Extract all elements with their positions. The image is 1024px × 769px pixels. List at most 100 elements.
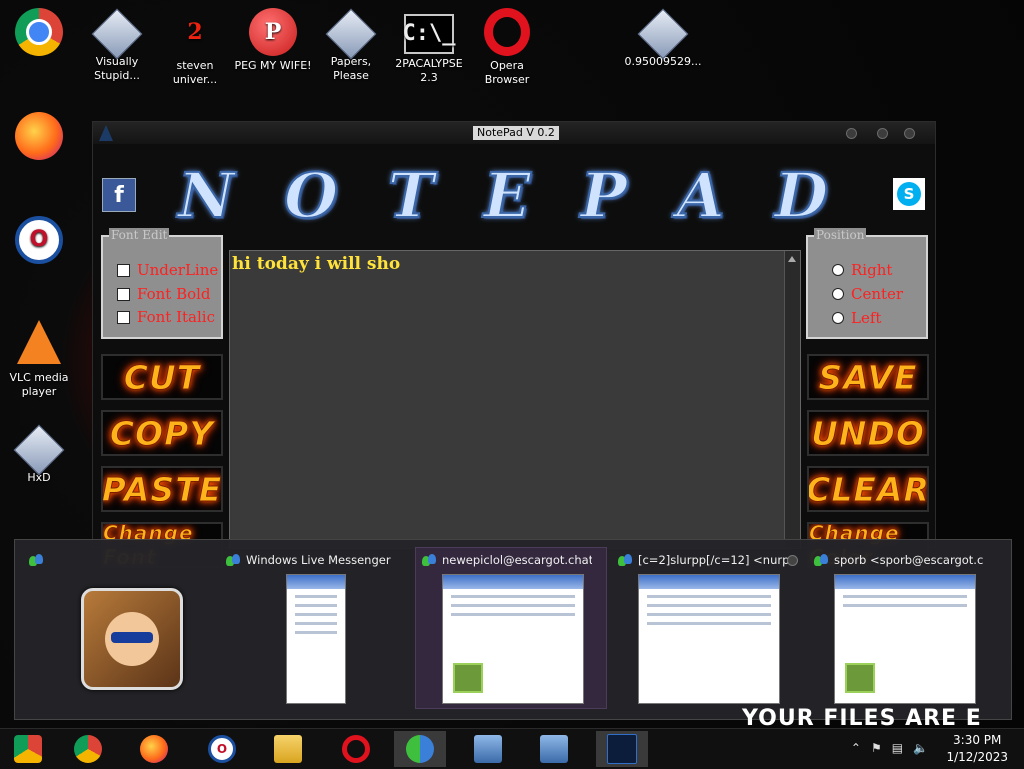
thumbnail-window[interactable]: newepiclol@escargot.chat <box>415 547 607 709</box>
taskbar-item-messenger[interactable] <box>394 731 446 767</box>
preview-line <box>843 595 967 598</box>
maximize-button[interactable] <box>877 128 888 139</box>
preview-bar <box>835 575 975 589</box>
taskbar-item-network-setup[interactable] <box>528 731 580 767</box>
desktop-icon-papers-please[interactable]: Papers, Please <box>312 8 390 83</box>
desktop-icon-number-file[interactable]: 0.95009529... <box>624 8 702 69</box>
desktop-icon-chrome[interactable] <box>0 8 78 59</box>
thumbnail-header: newepiclol@escargot.chat <box>422 553 592 567</box>
font-edit-group: Font Edit UnderLine Font Bold Font Itali… <box>101 228 223 339</box>
thumbnail-window[interactable]: sporb <sporb@escargot.chat> <box>808 548 998 708</box>
undo-button[interactable]: UNDO <box>807 410 929 456</box>
save-button[interactable]: SAVE <box>807 354 929 400</box>
desktop-icon-visually-stupid[interactable]: Visually Stupid... <box>78 8 156 83</box>
taskbar-item-notepad[interactable] <box>596 731 648 767</box>
taskbar-item-obama[interactable]: O <box>196 731 248 767</box>
thumbnail-close-button[interactable] <box>787 555 798 566</box>
checkbox-box[interactable] <box>117 310 130 324</box>
taskbar-thumbnail-strip: Windows Live Messenger newepiclol@escarg… <box>14 539 1012 720</box>
preview-bar <box>443 575 583 589</box>
desktop-icon-label: steven univer... <box>172 59 218 86</box>
taskbar-item-opera[interactable] <box>330 731 382 767</box>
taskbar-item-chrome[interactable] <box>62 731 114 767</box>
notepad-app-icon <box>99 125 113 141</box>
desktop-icon-2pacalypse[interactable]: C:\_ 2PACALYPSE 2.3 <box>390 8 468 85</box>
radio-button[interactable] <box>832 264 844 276</box>
desktop-icon-peg[interactable]: P PEG MY WIFE! <box>234 8 312 73</box>
desktop-icon-vlc[interactable]: VLC media player <box>0 320 78 399</box>
flag-icon[interactable]: ⚑ <box>871 741 882 755</box>
chevron-up-icon[interactable]: ⌃ <box>851 741 861 755</box>
generic-file-icon <box>637 8 689 60</box>
preview-avatar <box>453 663 483 693</box>
checkbox-box[interactable] <box>117 287 130 301</box>
preview-line <box>647 604 771 607</box>
align-center-radio[interactable]: Center <box>832 285 903 303</box>
text-editor[interactable]: hi today i will sho <box>229 250 801 549</box>
radio-button[interactable] <box>832 288 844 300</box>
radio-button[interactable] <box>832 312 844 324</box>
editor-scrollbar[interactable] <box>784 251 800 548</box>
thumbnail-window[interactable]: [c=2]slurpp[/c=12] <nurp... <box>612 548 802 708</box>
notepad-window: NotePad V 0.2 f N O T E P A D S Font Edi… <box>92 121 936 568</box>
taskbar-clock[interactable]: 3:30 PM 1/12/2023 <box>946 732 1008 766</box>
thumbnail-title: newepiclol@escargot.chat <box>442 553 592 567</box>
thumbnail-header: [c=2]slurpp[/c=12] <nurp... <box>618 553 788 567</box>
banner-letter: T <box>387 158 435 233</box>
paste-button[interactable]: PASTE <box>101 466 223 512</box>
bold-checkbox[interactable]: Font Bold <box>117 285 211 303</box>
align-left-radio[interactable]: Left <box>832 309 881 327</box>
generic-file-icon <box>13 424 65 476</box>
generic-file-icon <box>325 8 377 60</box>
network-icon[interactable]: ▤ <box>892 741 903 755</box>
checkbox-label: Font Italic <box>137 308 215 326</box>
thumbnail-preview <box>442 574 584 704</box>
taskbar-item-network-setup[interactable] <box>462 731 514 767</box>
peg-icon: P <box>249 8 297 56</box>
notepad-banner: N O T E P A D <box>153 158 853 233</box>
align-right-radio[interactable]: Right <box>832 261 892 279</box>
cmd-icon: C:\_ <box>403 14 456 54</box>
preview-bar <box>287 575 345 589</box>
speaker-icon[interactable]: 🔈 <box>913 741 928 755</box>
thumbnail-preview <box>834 574 976 704</box>
file-explorer-icon <box>274 735 302 763</box>
underline-checkbox[interactable]: UnderLine <box>117 261 218 279</box>
taskbar-item-file-explorer[interactable] <box>262 731 314 767</box>
minimize-button[interactable] <box>846 128 857 139</box>
obama-logo-icon: O <box>15 216 63 264</box>
close-button[interactable] <box>904 128 915 139</box>
button-label: COPY <box>109 413 215 453</box>
opera-icon <box>342 735 370 763</box>
obama-logo-icon: O <box>208 735 236 763</box>
desktop-icon-steven-universe[interactable]: 2 steven univer... <box>156 8 234 87</box>
italic-checkbox[interactable]: Font Italic <box>117 308 215 326</box>
desktop-icon-opera[interactable]: Opera Browser <box>468 8 546 87</box>
checkbox-box[interactable] <box>117 263 130 277</box>
thumbnail-window[interactable]: Windows Live Messenger <box>220 548 410 708</box>
notepad-titlebar[interactable]: NotePad V 0.2 <box>93 122 935 144</box>
facebook-button[interactable]: f <box>102 178 136 212</box>
preview-avatar <box>845 663 875 693</box>
clear-button[interactable]: CLEAR <box>807 466 929 512</box>
skype-button[interactable]: S <box>893 178 925 210</box>
thumbnail-header <box>29 553 199 567</box>
editor-content[interactable]: hi today i will sho <box>232 254 400 274</box>
thumbnail-title: Windows Live Messenger <box>246 553 391 567</box>
thumbnail-window[interactable] <box>23 548 213 708</box>
font-edit-legend: Font Edit <box>109 228 170 242</box>
messenger-icon <box>618 553 632 567</box>
generic-file-icon <box>91 8 143 60</box>
desktop-icon-obama[interactable]: O <box>0 216 78 267</box>
desktop-icon-firefox[interactable] <box>0 112 78 163</box>
desktop-icon-hxd[interactable]: HxD <box>0 424 78 485</box>
cut-button[interactable]: CUT <box>101 354 223 400</box>
taskbar-item-chrome-edit[interactable] <box>2 731 54 767</box>
radio-label: Center <box>851 285 904 303</box>
firefox-icon <box>140 735 168 763</box>
preview-line <box>295 604 337 607</box>
clock-time: 3:30 PM <box>953 733 1002 747</box>
system-tray: ⌃ ⚑ ▤ 🔈 <box>851 741 928 755</box>
copy-button[interactable]: COPY <box>101 410 223 456</box>
taskbar-item-firefox[interactable] <box>128 731 180 767</box>
